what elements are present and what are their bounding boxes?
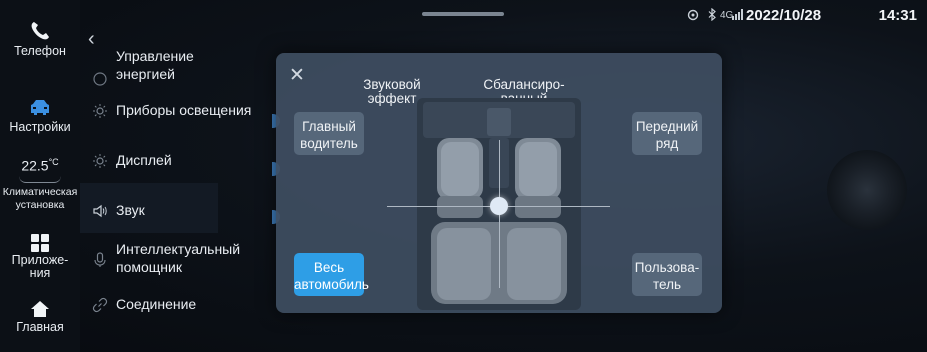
energy-icon [93, 72, 107, 86]
menu-item-display[interactable]: Дисплей [92, 151, 277, 171]
dock-climate[interactable]: 22.5°C Климатическая установка [0, 157, 80, 212]
menu-item-connection[interactable]: Соединение [92, 295, 277, 315]
menu-item-energy[interactable]: Управление энергией [92, 47, 277, 87]
dock-phone[interactable]: Телефон [0, 20, 80, 58]
dock-home[interactable]: Главная [0, 300, 80, 334]
balance-point-handle[interactable] [490, 197, 508, 215]
microphone-icon [94, 252, 106, 267]
screen: 2022/10/28 14:31 4G Телефон Настройки 22… [0, 0, 927, 352]
lighting-icon [93, 104, 107, 118]
user-button[interactable]: Пользова-тель [632, 253, 702, 296]
close-icon[interactable]: ✕ [289, 64, 305, 87]
apps-grid-icon [31, 234, 49, 252]
status-bar: 2022/10/28 14:31 4G [0, 0, 927, 30]
dock-apps-label: Приложе- ния [11, 253, 69, 280]
dock-settings[interactable]: Настройки [0, 98, 80, 134]
car-link-icon [687, 9, 699, 21]
speaker-icon [93, 204, 107, 218]
dock-settings-label: Настройки [9, 120, 71, 134]
climate-label: Климатическая установка [2, 185, 78, 211]
climate-arc [19, 176, 61, 183]
speaker-graphic [827, 150, 907, 230]
climate-temperature: 22.5°C [21, 157, 59, 174]
4g-signal-icon [732, 9, 743, 20]
status-time: 14:31 [878, 7, 917, 24]
car-settings-icon [31, 100, 49, 115]
main-driver-button[interactable]: Главный водитель [294, 112, 364, 155]
phone-icon [31, 22, 49, 40]
menu-item-assistant[interactable]: Интеллектуальный помощник [92, 240, 277, 280]
menu-item-lighting[interactable]: Приборы освещения [92, 101, 277, 121]
front-row-button[interactable]: Передний ряд [632, 112, 702, 155]
menu-item-sound[interactable]: Звук [92, 201, 277, 221]
whole-car-button[interactable]: Весь автомобиль [294, 253, 369, 296]
home-icon [31, 301, 49, 317]
bluetooth-icon [708, 8, 716, 21]
link-icon [92, 297, 108, 313]
dock-phone-label: Телефон [14, 44, 66, 58]
status-date: 2022/10/28 [746, 7, 822, 24]
dock-apps[interactable]: Приложе- ния [0, 234, 80, 280]
display-brightness-icon [93, 154, 107, 168]
drag-handle[interactable] [422, 12, 504, 16]
left-dock: Телефон Настройки 22.5°C Климатическая у… [0, 0, 80, 352]
dock-home-label: Главная [16, 320, 64, 334]
